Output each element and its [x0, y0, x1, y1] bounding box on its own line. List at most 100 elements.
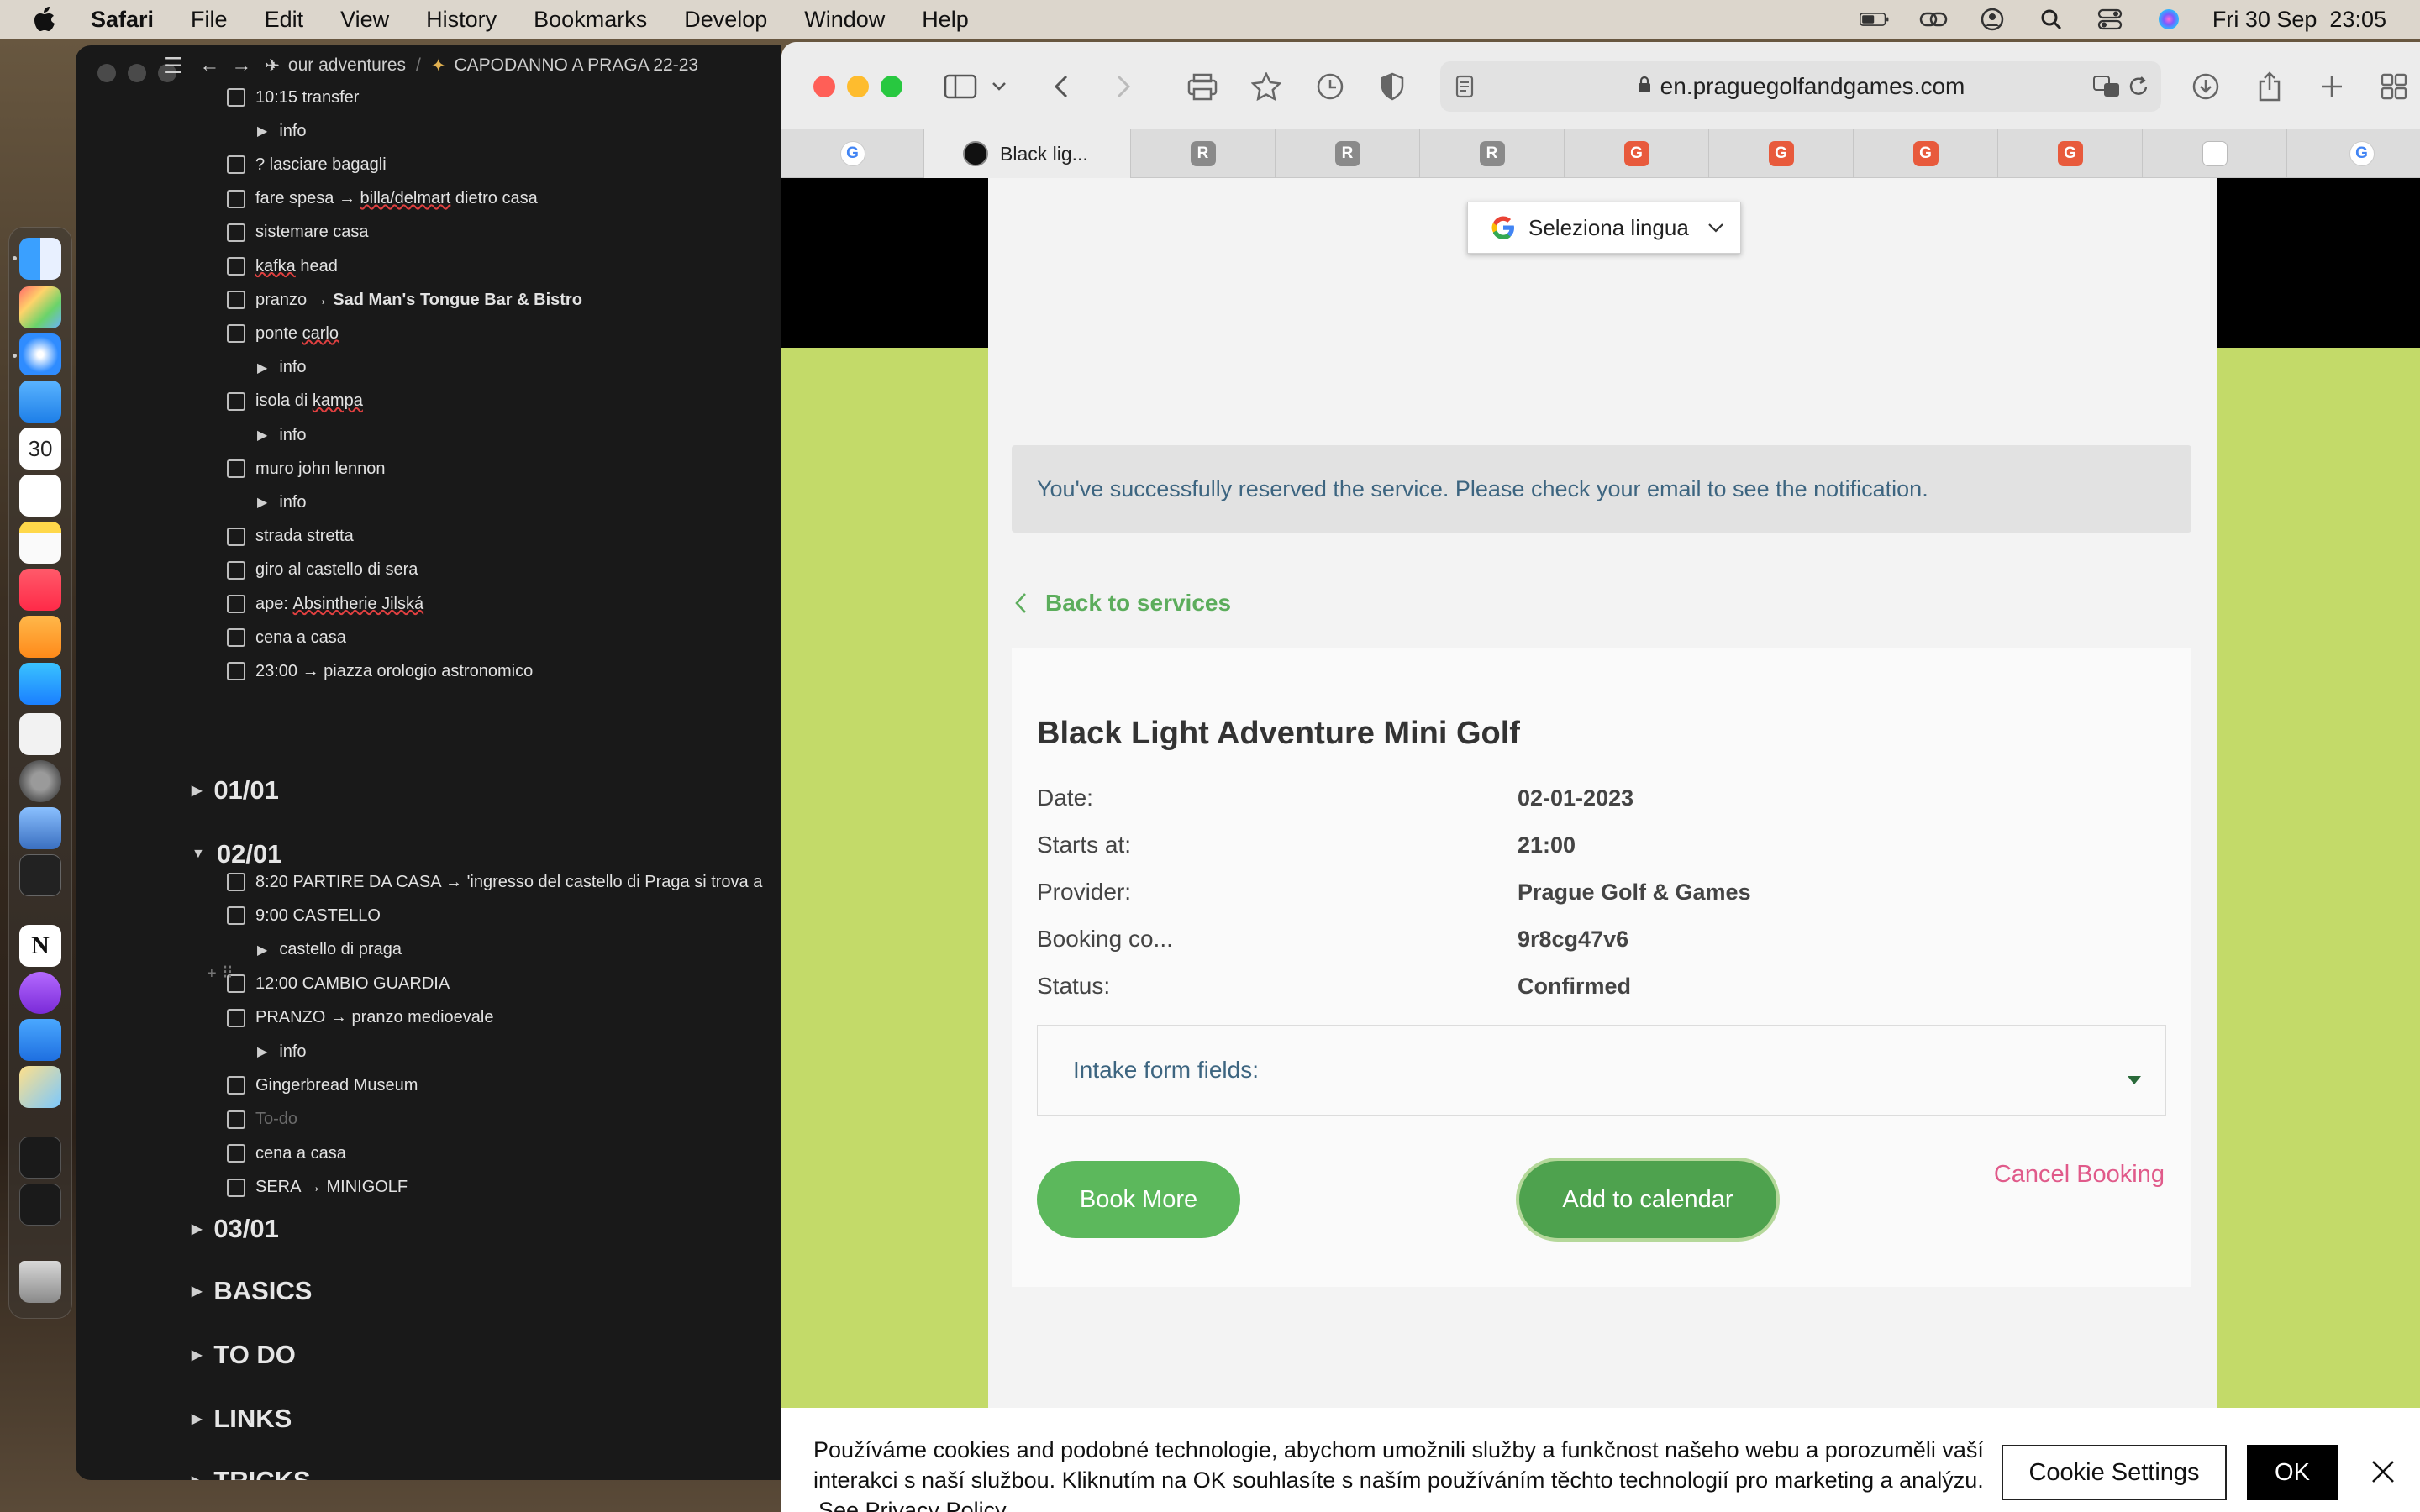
- toggle-block[interactable]: ▶ info: [257, 114, 307, 148]
- back-icon[interactable]: [1042, 67, 1081, 106]
- url-text[interactable]: en.praguegolfandgames.com: [1660, 73, 1965, 100]
- menubar-clock[interactable]: Fri 30 Sep 23:05: [2212, 7, 2386, 33]
- toggle-block[interactable]: ▶ info: [257, 418, 307, 452]
- checkbox[interactable]: [227, 527, 245, 546]
- tab[interactable]: G: [781, 129, 924, 178]
- launchpad-icon[interactable]: [19, 286, 61, 328]
- reload-icon[interactable]: [2128, 75, 2149, 104]
- checkbox[interactable]: [227, 257, 245, 276]
- todo-item[interactable]: ? lasciare bagagli: [227, 148, 387, 181]
- todo-item[interactable]: ponte carlo: [227, 317, 339, 350]
- checkbox[interactable]: [227, 873, 245, 891]
- menu-edit[interactable]: Edit: [265, 7, 304, 33]
- app-store-icon[interactable]: [19, 663, 61, 705]
- tab[interactable]: G: [1854, 129, 1998, 178]
- reader-view-icon[interactable]: [1455, 75, 1474, 104]
- link-icon[interactable]: [1918, 8, 1949, 30]
- history-clock-icon[interactable]: [1311, 67, 1349, 106]
- podcasts-icon[interactable]: [19, 972, 61, 1014]
- collapsed-triangle-icon[interactable]: ▶: [257, 360, 267, 376]
- checkbox[interactable]: [227, 560, 245, 580]
- chevron-down-icon[interactable]: [980, 67, 1018, 106]
- translate-icon[interactable]: [2092, 75, 2123, 104]
- collapsed-triangle-icon[interactable]: ▶: [257, 1043, 267, 1060]
- todo-item[interactable]: giro al castello di sera: [227, 554, 418, 587]
- todo-item[interactable]: pranzo → Sad Man's Tongue Bar & Bistro: [227, 283, 582, 317]
- app-menu-safari[interactable]: Safari: [91, 7, 154, 33]
- spotlight-search-icon[interactable]: [2036, 8, 2066, 30]
- notes-icon[interactable]: [19, 522, 61, 564]
- todo-item[interactable]: 12:00 CAMBIO GUARDIA: [227, 967, 450, 1000]
- tab-active[interactable]: Black lig...: [924, 129, 1131, 178]
- cookie-ok-button[interactable]: OK: [2247, 1445, 2338, 1500]
- collapsed-triangle-icon[interactable]: ▶: [257, 427, 267, 444]
- tab[interactable]: G: [1709, 129, 1854, 178]
- control-center-icon[interactable]: [2095, 8, 2125, 30]
- music-icon[interactable]: [19, 569, 61, 611]
- checkbox[interactable]: [227, 662, 245, 681]
- window-zoom-button[interactable]: [881, 76, 902, 97]
- checkbox[interactable]: [227, 459, 245, 479]
- cookie-settings-button[interactable]: Cookie Settings: [2002, 1445, 2227, 1500]
- preview-icon[interactable]: [19, 807, 61, 849]
- checkbox[interactable]: [227, 628, 245, 648]
- star-icon[interactable]: [1247, 67, 1286, 106]
- todo-item[interactable]: fare spesa → billa/delmart dietro casa: [227, 182, 538, 216]
- todo-item[interactable]: PRANZO → pranzo medioevale: [227, 1001, 493, 1035]
- book-more-button[interactable]: Book More: [1037, 1161, 1240, 1238]
- tab[interactable]: G: [1565, 129, 1709, 178]
- sidebar-toggle-icon[interactable]: ☰: [163, 53, 182, 79]
- section-toggle[interactable]: ▶ BASICS: [192, 1270, 312, 1312]
- checkbox[interactable]: [227, 291, 245, 310]
- block-handle-icon[interactable]: + ⠿: [207, 963, 234, 984]
- todo-item[interactable]: sistemare casa: [227, 216, 369, 249]
- window-minimize-button[interactable]: [847, 76, 869, 97]
- tab[interactable]: G: [2287, 129, 2420, 178]
- back-to-services-link[interactable]: Back to services: [1015, 590, 1231, 617]
- tab-overview-icon[interactable]: [2375, 67, 2413, 106]
- checkbox[interactable]: [227, 155, 245, 175]
- downloads-icon[interactable]: [2186, 67, 2225, 106]
- checkbox[interactable]: [227, 1008, 245, 1027]
- menu-file[interactable]: File: [191, 7, 228, 33]
- app-icon[interactable]: [19, 1066, 61, 1108]
- checkbox[interactable]: [227, 906, 245, 926]
- add-to-calendar-button[interactable]: Add to calendar: [1516, 1158, 1780, 1242]
- menu-bookmarks[interactable]: Bookmarks: [534, 7, 647, 33]
- todo-item[interactable]: isola di kampa: [227, 385, 363, 418]
- checkbox[interactable]: [227, 223, 245, 242]
- section-toggle[interactable]: ▶ TRICKS: [192, 1460, 311, 1480]
- shield-icon[interactable]: [1373, 67, 1412, 106]
- todo-item[interactable]: ape: Absintherie Jilská: [227, 587, 424, 621]
- new-tab-icon[interactable]: [2312, 67, 2351, 106]
- menu-history[interactable]: History: [426, 7, 497, 33]
- siri-icon[interactable]: [2154, 8, 2184, 30]
- section-toggle[interactable]: ▼ 02/01: [192, 833, 281, 875]
- minimized-window-icon[interactable]: [19, 1137, 61, 1179]
- notion-icon[interactable]: N: [19, 925, 61, 967]
- textedit-icon[interactable]: [19, 713, 61, 755]
- todo-item[interactable]: muro john lennon: [227, 452, 386, 486]
- todo-item[interactable]: kafka head: [227, 249, 338, 283]
- collapsed-triangle-icon[interactable]: ▶: [257, 494, 267, 511]
- todo-item[interactable]: strada stretta: [227, 520, 354, 554]
- checkbox[interactable]: [227, 1110, 245, 1129]
- checkbox[interactable]: [227, 1178, 245, 1197]
- mail-icon[interactable]: [19, 381, 61, 423]
- menu-develop[interactable]: Develop: [684, 7, 767, 33]
- breadcrumb-item[interactable]: our adventures: [288, 55, 406, 76]
- tab[interactable]: R: [1276, 129, 1420, 178]
- safari-icon[interactable]: [19, 333, 61, 375]
- todo-item[interactable]: SERA → MINIGOLF: [227, 1171, 408, 1205]
- cancel-booking-button[interactable]: Cancel Booking: [1994, 1161, 2165, 1189]
- collapsed-triangle-icon[interactable]: ▶: [257, 942, 267, 958]
- todo-item[interactable]: cena a casa: [227, 621, 346, 654]
- print-icon[interactable]: [1183, 67, 1222, 106]
- menu-help[interactable]: Help: [922, 7, 969, 33]
- todo-item[interactable]: 10:15 transfer: [227, 81, 359, 114]
- section-toggle[interactable]: ▶ 03/01: [192, 1208, 279, 1250]
- forward-arrow-icon[interactable]: →: [231, 54, 251, 77]
- breadcrumb-item[interactable]: CAPODANNO A PRAGA 22-23: [454, 55, 698, 76]
- sidebar-icon[interactable]: [941, 67, 980, 106]
- window-close-button[interactable]: [813, 76, 835, 97]
